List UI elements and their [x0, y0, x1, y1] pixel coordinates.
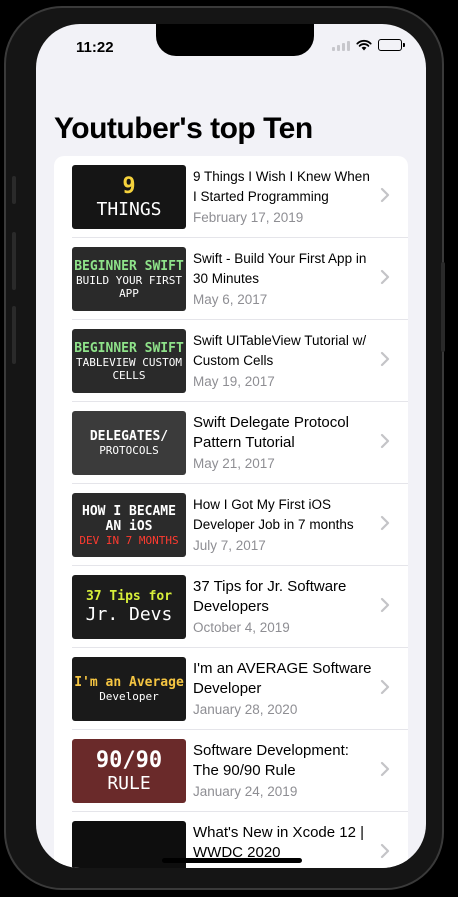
thumbnail-caption-secondary: Developer [99, 690, 159, 703]
video-table[interactable]: 9 THINGS 9 Things I Wish I Knew When I Sta… [54, 156, 408, 868]
thumbnail-caption-primary: 9 [122, 174, 136, 199]
table-row[interactable]: 90/90 RULE Software Development: The 90/90… [54, 730, 408, 812]
notch [156, 24, 314, 56]
chevron-right-icon [380, 187, 390, 203]
video-title: 37 Tips for Jr. Software Developers [193, 578, 347, 615]
video-title: 9 Things I Wish I Knew When I Started Pr… [193, 169, 370, 204]
battery-icon [378, 39, 405, 51]
thumbnail-caption-primary: BEGINNER SWIFT [74, 340, 184, 356]
status-icons [332, 39, 405, 51]
video-title: Software Development: The 90/90 Rule [193, 742, 349, 779]
video-title: How I Got My First iOS Developer Job in … [193, 497, 354, 532]
power-button [441, 262, 445, 352]
video-meta: Swift UITableView Tutorial w/ Custom Cel… [193, 331, 376, 389]
video-title: I'm an AVERAGE Software Developer [193, 660, 372, 697]
chevron-right-icon [380, 843, 390, 859]
video-date: January 28, 2020 [193, 702, 298, 717]
thumbnail-caption-primary: BEGINNER SWIFT [74, 258, 184, 274]
video-meta: 37 Tips for Jr. Software Developers Octob… [193, 577, 376, 635]
chevron-right-icon [380, 761, 390, 777]
video-thumbnail: BEGINNER SWIFT BUILD YOUR FIRST APP [72, 247, 186, 311]
video-thumbnail: 90/90 RULE [72, 739, 186, 803]
video-date: January 24, 2019 [193, 784, 298, 799]
thumbnail-caption-primary: I'm an Average [74, 675, 184, 690]
video-date: July 7, 2017 [193, 538, 266, 553]
video-date: February 17, 2019 [193, 210, 304, 225]
table-row[interactable]: I'm an Average Developer I'm an AVERAGE So… [54, 648, 408, 730]
video-thumbnail: HOW I BECAME AN iOS DEV IN 7 MONTHS [72, 493, 186, 557]
status-time: 11:22 [76, 39, 114, 56]
video-title: What's New in Xcode 12 | WWDC 2020 [193, 824, 365, 861]
chevron-right-icon [380, 679, 390, 695]
chevron-right-icon [380, 351, 390, 367]
table-row[interactable]: 9 THINGS 9 Things I Wish I Knew When I Sta… [54, 156, 408, 238]
video-thumbnail: 37 Tips for Jr. Devs [72, 575, 186, 639]
screen: 11:22 Youtuber's top Ten 9 THINGS 9 Things… [36, 24, 426, 868]
thumbnail-caption-secondary: THINGS [96, 199, 162, 220]
thumbnail-caption-secondary: TABLEVIEW CUSTOM CELLS [76, 355, 182, 382]
volume-up-button [12, 232, 16, 290]
table-row[interactable]: DELEGATES/PROTOCOLS Swift Delegate Protoc… [54, 402, 408, 484]
video-thumbnail: 9 THINGS [72, 165, 186, 229]
thumbnail-caption-secondary: BUILD YOUR FIRST APP [76, 273, 182, 300]
volume-down-button [12, 306, 16, 364]
video-date: May 21, 2017 [193, 456, 275, 471]
table-row[interactable]: BEGINNER SWIFT TABLEVIEW CUSTOM CELLS Swif… [54, 320, 408, 402]
table-row[interactable]: BEGINNER SWIFT BUILD YOUR FIRST APP Swift … [54, 238, 408, 320]
thumbnail-caption-primary: 37 Tips for [85, 589, 173, 604]
video-meta: I'm an AVERAGE Software Developer January… [193, 659, 376, 717]
video-meta: Swift Delegate Protocol Pattern Tutorial… [193, 413, 376, 471]
mute-switch [12, 176, 16, 204]
thumbnail-caption-primary: HOW I BECAME AN iOS [82, 503, 176, 534]
home-indicator[interactable] [162, 858, 302, 863]
thumbnail-caption-secondary: PROTOCOLS [99, 444, 159, 457]
table-row[interactable]: 37 Tips for Jr. Devs 37 Tips for Jr. Softw… [54, 566, 408, 648]
page-title: Youtuber's top Ten [54, 112, 313, 145]
thumbnail-caption-secondary: RULE [107, 773, 151, 794]
video-title: Swift - Build Your First App in 30 Minut… [193, 251, 367, 286]
cellular-signal-icon [332, 40, 350, 51]
thumbnail-caption-secondary: Jr. Devs [85, 604, 173, 625]
wifi-icon [356, 39, 372, 51]
video-date: May 19, 2017 [193, 374, 275, 389]
video-date: May 6, 2017 [193, 292, 268, 307]
video-meta: Swift - Build Your First App in 30 Minut… [193, 249, 376, 307]
video-meta: 9 Things I Wish I Knew When I Started Pr… [193, 167, 376, 225]
chevron-right-icon [380, 515, 390, 531]
chevron-right-icon [380, 597, 390, 613]
video-title: Swift Delegate Protocol Pattern Tutorial [193, 414, 349, 451]
video-meta: Software Development: The 90/90 Rule Janu… [193, 741, 376, 799]
video-meta: How I Got My First iOS Developer Job in … [193, 495, 376, 553]
video-thumbnail: I'm an Average Developer [72, 657, 186, 721]
table-row[interactable]: HOW I BECAME AN iOS DEV IN 7 MONTHS How I … [54, 484, 408, 566]
chevron-right-icon [380, 433, 390, 449]
video-title: Swift UITableView Tutorial w/ Custom Cel… [193, 333, 367, 368]
thumbnail-caption-secondary: DEV IN 7 MONTHS [79, 533, 179, 547]
video-date: October 4, 2019 [193, 620, 290, 635]
chevron-right-icon [380, 269, 390, 285]
thumbnail-caption-primary: 90/90 [95, 748, 163, 773]
video-thumbnail: BEGINNER SWIFT TABLEVIEW CUSTOM CELLS [72, 329, 186, 393]
video-thumbnail: DELEGATES/PROTOCOLS [72, 411, 186, 475]
thumbnail-caption-primary: DELEGATES/ [89, 429, 169, 444]
